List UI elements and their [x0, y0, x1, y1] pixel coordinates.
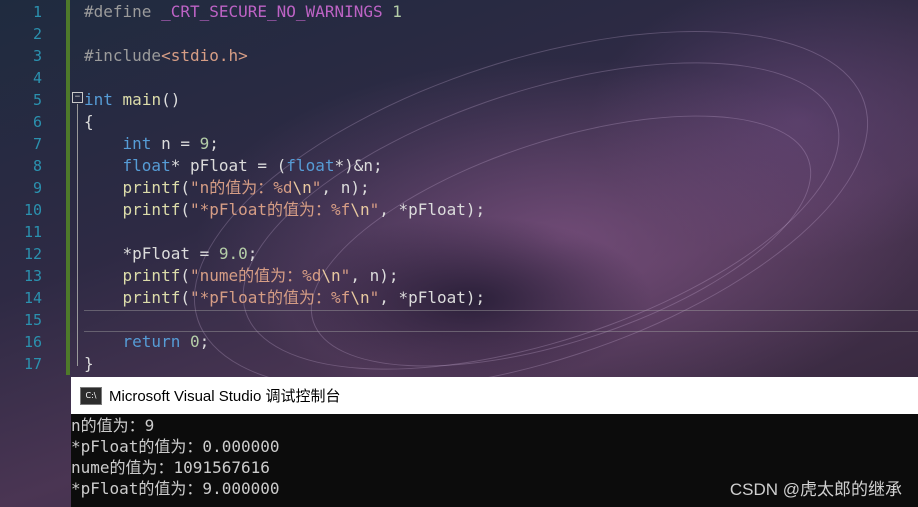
code-line[interactable]: int main()	[84, 89, 180, 111]
code-token: (	[180, 178, 190, 197]
code-line[interactable]: #define _CRT_SECURE_NO_WARNINGS 1	[84, 1, 402, 23]
code-token: "*pFloat的值为：%f	[189, 200, 351, 219]
line-number-gutter: 1 2 3 4 5 6 7 8 9 10 11 12 13 14 15 16 17	[0, 0, 70, 375]
code-token: "n的值为：%d	[189, 178, 293, 197]
collapse-icon[interactable]: −	[72, 92, 83, 103]
code-token: \n	[321, 266, 341, 285]
console-app-icon: C:\	[80, 386, 102, 405]
code-token: n =	[151, 134, 200, 153]
code-token: ;	[209, 134, 219, 153]
code-token: , n);	[321, 178, 370, 197]
code-line[interactable]: printf("nume的值为：%d\n", n);	[84, 265, 399, 287]
code-token: return	[122, 332, 181, 351]
code-token: float	[122, 156, 171, 175]
csdn-watermark: CSDN @虎太郎的继承	[729, 480, 902, 499]
code-token: ()	[161, 90, 181, 109]
code-line[interactable]: *pFloat = 9.0;	[84, 243, 258, 265]
code-line[interactable]: printf("*pFloat的值为：%f\n", *pFloat);	[84, 287, 486, 309]
code-line[interactable]: }	[84, 353, 94, 375]
debug-console-window[interactable]: C:\ Microsoft Visual Studio 调试控制台 n的值为：9…	[71, 377, 918, 507]
code-token: *)&n;	[334, 156, 383, 175]
line-number: 17	[23, 355, 42, 373]
line-number: 14	[23, 289, 42, 307]
code-token: (	[180, 288, 190, 307]
line-number: 6	[32, 113, 42, 131]
console-title: Microsoft Visual Studio 调试控制台	[109, 388, 341, 405]
line-number: 7	[32, 135, 42, 153]
console-titlebar[interactable]: C:\ Microsoft Visual Studio 调试控制台	[71, 377, 918, 414]
fold-guide-line	[77, 104, 78, 366]
code-token: 1	[382, 2, 402, 21]
code-line[interactable]: float* pFloat = (float*)&n;	[84, 155, 383, 177]
code-token: 0	[189, 332, 200, 351]
code-token: #include	[84, 46, 162, 65]
code-token: main	[122, 90, 162, 109]
code-token: (	[180, 200, 190, 219]
line-number: 11	[23, 223, 42, 241]
code-token: , *pFloat);	[379, 200, 486, 219]
line-number: 9	[32, 179, 42, 197]
code-token: printf	[122, 288, 181, 307]
line-number: 1	[32, 3, 42, 21]
code-line[interactable]: {	[84, 111, 94, 133]
code-token: "nume的值为：%d	[189, 266, 322, 285]
line-number: 4	[32, 69, 42, 87]
code-token: int	[84, 90, 113, 109]
console-output-line: n的值为：9	[71, 416, 155, 435]
code-token: ;	[199, 332, 210, 351]
line-number: 12	[23, 245, 42, 263]
code-token: * pFloat = (	[170, 156, 287, 175]
code-token: _CRT_SECURE_NO_WARNINGS	[161, 2, 383, 21]
code-token: "*pFloat的值为：%f	[189, 288, 351, 307]
line-number: 10	[23, 201, 42, 219]
code-line[interactable]: #include<stdio.h>	[84, 45, 248, 67]
code-line[interactable]: printf("*pFloat的值为：%f\n", *pFloat);	[84, 199, 486, 221]
code-token: (	[180, 266, 190, 285]
code-token: 9.0	[218, 244, 248, 263]
code-token: "	[369, 200, 380, 219]
code-token: , *pFloat);	[379, 288, 486, 307]
line-number: 2	[32, 25, 42, 43]
line-number: 13	[23, 267, 42, 285]
console-output-line: *pFloat的值为：0.000000	[71, 437, 280, 456]
current-line-highlight	[84, 310, 918, 332]
code-token: "	[340, 266, 351, 285]
code-token: "	[311, 178, 322, 197]
code-token: *pFloat =	[84, 244, 219, 263]
code-line[interactable]: return 0;	[84, 331, 210, 353]
code-token: \n	[350, 200, 370, 219]
code-token: printf	[122, 266, 181, 285]
code-token: "	[369, 288, 380, 307]
change-tracking-bar	[66, 0, 70, 375]
code-token: , n);	[350, 266, 399, 285]
code-token: #define	[84, 2, 162, 21]
code-token: \n	[350, 288, 370, 307]
line-number: 15	[23, 311, 42, 329]
code-token: 9	[199, 134, 210, 153]
code-line[interactable]: int n = 9;	[84, 133, 219, 155]
code-token: <stdio.h>	[161, 46, 248, 65]
code-token: printf	[122, 200, 181, 219]
line-number: 3	[32, 47, 42, 65]
code-token: {	[84, 112, 94, 131]
code-token: int	[122, 134, 152, 153]
line-number: 16	[23, 333, 42, 351]
code-line[interactable]: printf("n的值为：%d\n", n);	[84, 177, 370, 199]
code-token: ;	[247, 244, 258, 263]
code-token: printf	[122, 178, 181, 197]
code-token: \n	[292, 178, 312, 197]
code-token: }	[84, 354, 94, 373]
line-number: 5	[32, 91, 42, 109]
code-token: float	[286, 156, 335, 175]
line-number: 8	[32, 157, 42, 175]
